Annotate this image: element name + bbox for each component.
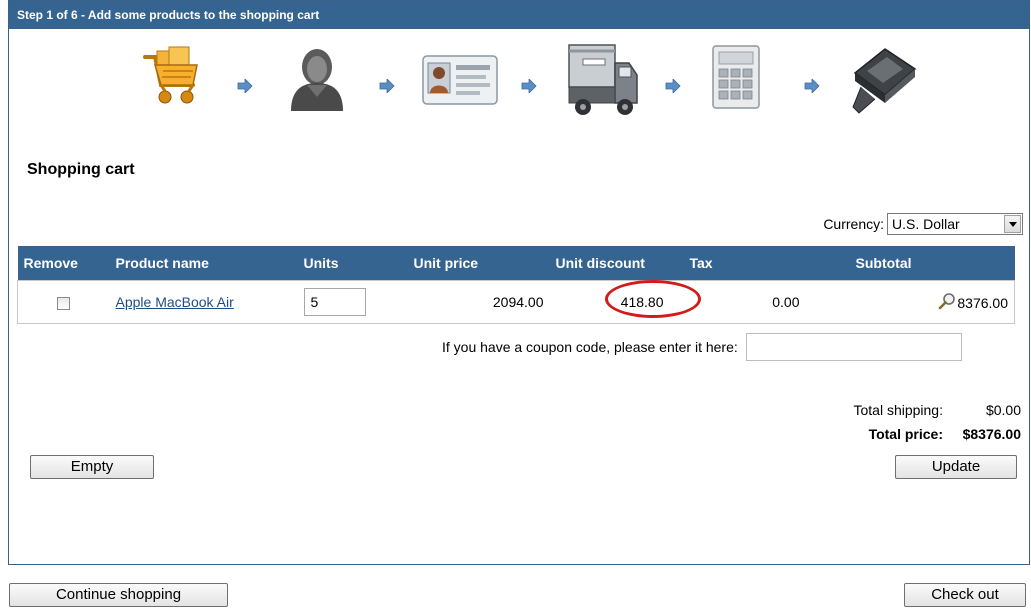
continue-shopping-button[interactable]: Continue shopping (9, 583, 228, 607)
chevron-down-icon[interactable] (1004, 215, 1021, 233)
highlight-circle (604, 280, 701, 318)
arrow-right-icon (521, 79, 537, 93)
calculator-icon (712, 45, 760, 109)
column-header-unit-price: Unit price (407, 246, 550, 281)
column-header-subtotal: Subtotal (815, 246, 1015, 281)
empty-button[interactable]: Empty (30, 455, 154, 479)
unit-price-cell: 2094.00 (407, 280, 550, 324)
currency-select[interactable]: U.S. Dollar (887, 213, 1023, 235)
check-out-button[interactable]: Check out (904, 583, 1026, 607)
product-cell: Apple MacBook Air (109, 280, 298, 324)
units-cell: 5 (297, 280, 408, 324)
total-shipping-label: Total shipping: (853, 402, 943, 418)
totals: Total shipping: $0.00 Total price: $8376.0… (823, 400, 1021, 448)
currency-label: Currency: (823, 216, 884, 232)
arrow-right-icon (804, 79, 820, 93)
remove-cell (17, 280, 110, 324)
step-header: Step 1 of 6 - Add some products to the s… (9, 1, 1029, 29)
column-header-tax: Tax (683, 246, 816, 281)
update-button[interactable]: Update (895, 455, 1017, 479)
checkout-steps (9, 41, 1029, 121)
subtotal-cell: 8376.00 (815, 280, 1015, 324)
unit-discount-cell: 418.80 (549, 280, 701, 324)
units-input[interactable]: 5 (303, 288, 366, 316)
total-price-value: $8376.00 (962, 426, 1021, 442)
column-header-units: Units (297, 246, 408, 281)
total-shipping-row: Total shipping: $0.00 (823, 400, 1021, 424)
currency-selector: Currency: U.S. Dollar (823, 212, 1023, 236)
magnifier-icon[interactable] (938, 292, 956, 313)
arrow-right-icon (379, 79, 395, 93)
total-price-label: Total price: (868, 426, 943, 442)
user-icon (287, 45, 347, 111)
table-row: Apple MacBook Air 5 2094.00 418.80 0.00 (17, 280, 1015, 324)
arrow-right-icon (237, 79, 253, 93)
cart-table: Remove Product name Units Unit price Uni… (17, 246, 1015, 324)
payment-device-icon (845, 43, 919, 119)
subtotal-value: 8376.00 (957, 294, 1008, 311)
total-shipping-value: $0.00 (985, 402, 1021, 418)
tax-cell: 0.00 (683, 280, 816, 324)
currency-value: U.S. Dollar (892, 216, 960, 232)
id-card-icon (422, 55, 498, 105)
total-price-row: Total price: $8376.00 (823, 424, 1021, 448)
product-link[interactable]: Apple MacBook Air (116, 294, 234, 310)
column-header-unit-discount: Unit discount (549, 246, 684, 281)
cart-title: Shopping cart (27, 161, 135, 178)
coupon-label: If you have a coupon code, please enter … (442, 339, 738, 355)
delivery-truck-icon (565, 41, 641, 121)
shopping-cart-icon (139, 45, 205, 111)
coupon-row: If you have a coupon code, please enter … (442, 333, 1024, 361)
coupon-input[interactable] (745, 333, 962, 361)
arrow-right-icon (665, 79, 681, 93)
column-header-product-name: Product name (109, 246, 298, 281)
column-header-remove: Remove (17, 246, 110, 281)
remove-checkbox[interactable] (57, 296, 71, 310)
